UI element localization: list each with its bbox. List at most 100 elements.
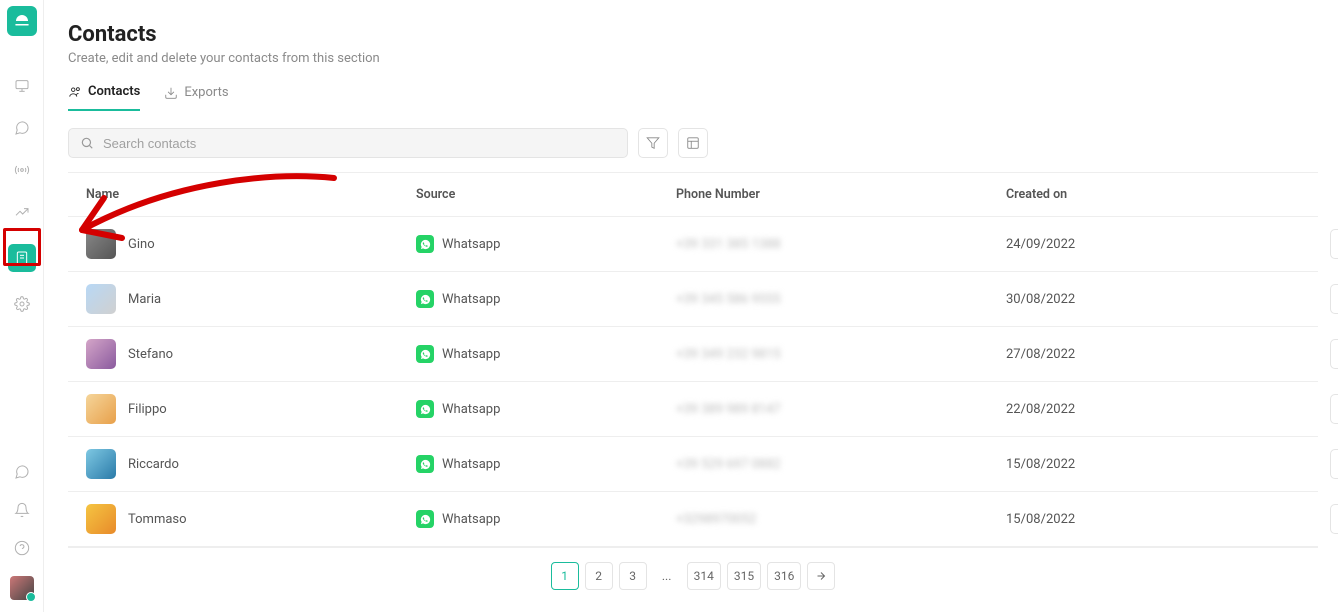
name-cell: Riccardo	[86, 449, 416, 479]
whatsapp-badge-icon	[416, 510, 434, 528]
sidebar	[0, 0, 44, 612]
page-2[interactable]: 2	[585, 562, 613, 590]
source-label: Whatsapp	[442, 512, 500, 527]
created-cell: 30/08/2022	[1006, 292, 1306, 307]
action-cell	[1306, 504, 1338, 534]
contact-name: Stefano	[128, 347, 173, 362]
contact-avatar	[86, 339, 116, 369]
col-phone: Phone Number	[676, 187, 1006, 202]
contact-name: Maria	[128, 292, 161, 307]
columns-button[interactable]	[678, 128, 708, 158]
arrow-right-icon	[815, 570, 827, 582]
page-ellipsis: ...	[653, 562, 681, 590]
source-cell: Whatsapp	[416, 455, 676, 473]
tab-exports[interactable]: Exports	[164, 84, 228, 111]
sidebar-nav	[8, 76, 36, 314]
filter-icon	[646, 136, 660, 150]
main-content: Contacts Create, edit and delete your co…	[44, 0, 1338, 612]
action-cell	[1306, 339, 1338, 369]
row-more-button[interactable]	[1330, 339, 1338, 369]
user-avatar[interactable]	[10, 576, 34, 600]
columns-icon	[686, 136, 700, 150]
trending-icon[interactable]	[12, 202, 32, 222]
contact-avatar	[86, 394, 116, 424]
page-315[interactable]: 315	[727, 562, 761, 590]
source-cell: Whatsapp	[416, 510, 676, 528]
phone-cell: +39 345 586 9555	[676, 292, 1006, 307]
whatsapp-icon[interactable]	[12, 462, 32, 482]
search-input[interactable]	[68, 128, 628, 158]
action-cell	[1306, 449, 1338, 479]
table-row[interactable]: Maria Whatsapp +39 345 586 9555 30/08/20…	[68, 272, 1318, 327]
whatsapp-badge-icon	[416, 290, 434, 308]
source-label: Whatsapp	[442, 237, 500, 252]
filter-button[interactable]	[638, 128, 668, 158]
whatsapp-badge-icon	[416, 400, 434, 418]
action-cell	[1306, 394, 1338, 424]
tab-exports-label: Exports	[184, 85, 228, 100]
table-row[interactable]: Filippo Whatsapp +39 389 989 8147 22/08/…	[68, 382, 1318, 437]
name-cell: Stefano	[86, 339, 416, 369]
page-316[interactable]: 316	[767, 562, 801, 590]
phone-cell: +39 331 385 1388	[676, 237, 1006, 252]
source-label: Whatsapp	[442, 457, 500, 472]
sidebar-bottom	[0, 462, 44, 600]
row-more-button[interactable]	[1330, 229, 1338, 259]
source-cell: Whatsapp	[416, 235, 676, 253]
phone-cell: +3298970052	[676, 512, 1006, 527]
source-cell: Whatsapp	[416, 290, 676, 308]
source-label: Whatsapp	[442, 347, 500, 362]
created-cell: 24/09/2022	[1006, 237, 1306, 252]
table-row[interactable]: Gino Whatsapp +39 331 385 1388 24/09/202…	[68, 217, 1318, 272]
contact-avatar	[86, 504, 116, 534]
table-row[interactable]: Stefano Whatsapp +39 349 232 9815 27/08/…	[68, 327, 1318, 382]
source-cell: Whatsapp	[416, 345, 676, 363]
table-row[interactable]: Riccardo Whatsapp +39 529 697 0882 15/08…	[68, 437, 1318, 492]
whatsapp-badge-icon	[416, 345, 434, 363]
tabs: Contacts Exports	[68, 84, 1318, 112]
contact-avatar	[86, 284, 116, 314]
monitor-icon[interactable]	[12, 76, 32, 96]
row-more-button[interactable]	[1330, 449, 1338, 479]
col-source: Source	[416, 187, 676, 202]
tab-contacts-label: Contacts	[88, 84, 140, 99]
phone-cell: +39 529 697 0882	[676, 457, 1006, 472]
created-cell: 15/08/2022	[1006, 512, 1306, 527]
page-3[interactable]: 3	[619, 562, 647, 590]
source-label: Whatsapp	[442, 292, 500, 307]
created-cell: 22/08/2022	[1006, 402, 1306, 417]
name-cell: Filippo	[86, 394, 416, 424]
contacts-icon[interactable]	[8, 244, 36, 272]
whatsapp-badge-icon	[416, 235, 434, 253]
page-subtitle: Create, edit and delete your contacts fr…	[68, 51, 1318, 66]
created-cell: 27/08/2022	[1006, 347, 1306, 362]
search-icon	[80, 136, 94, 150]
chat-icon[interactable]	[12, 118, 32, 138]
settings-icon[interactable]	[12, 294, 32, 314]
created-cell: 15/08/2022	[1006, 457, 1306, 472]
contact-name: Gino	[128, 237, 155, 252]
col-name: Name	[86, 187, 416, 202]
page-314[interactable]: 314	[687, 562, 721, 590]
tab-contacts[interactable]: Contacts	[68, 84, 140, 111]
page-1[interactable]: 1	[551, 562, 579, 590]
row-more-button[interactable]	[1330, 394, 1338, 424]
row-more-button[interactable]	[1330, 284, 1338, 314]
row-more-button[interactable]	[1330, 504, 1338, 534]
contact-name: Riccardo	[128, 457, 179, 472]
source-cell: Whatsapp	[416, 400, 676, 418]
page-next[interactable]	[807, 562, 835, 590]
action-cell	[1306, 229, 1338, 259]
contact-avatar	[86, 449, 116, 479]
col-created: Created on	[1006, 187, 1306, 202]
app-logo[interactable]	[7, 6, 37, 36]
broadcast-icon[interactable]	[12, 160, 32, 180]
name-cell: Tommaso	[86, 504, 416, 534]
name-cell: Gino	[86, 229, 416, 259]
bell-icon[interactable]	[12, 500, 32, 520]
table-row[interactable]: Tommaso Whatsapp +3298970052 15/08/2022	[68, 492, 1318, 547]
name-cell: Maria	[86, 284, 416, 314]
help-icon[interactable]	[12, 538, 32, 558]
toolbar	[68, 128, 1318, 158]
phone-cell: +39 389 989 8147	[676, 402, 1006, 417]
